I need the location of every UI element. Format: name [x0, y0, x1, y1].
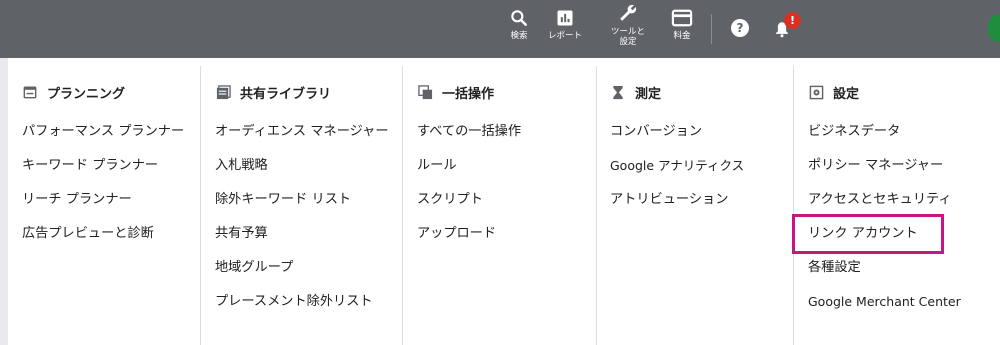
column-divider	[793, 66, 794, 345]
help-icon[interactable]: ?	[731, 19, 749, 37]
hourglass-icon	[610, 84, 626, 100]
menu-item-reach-planner[interactable]: リーチ プランナー	[22, 191, 184, 225]
column-title: 設定	[833, 86, 860, 102]
billing-button[interactable]: 料金	[671, 8, 693, 41]
column-header: 設定	[808, 84, 860, 102]
menu-item-negative-keyword-lists[interactable]: 除外キーワード リスト	[215, 191, 389, 225]
column-header: 共有ライブラリ	[215, 84, 332, 102]
menu-item-rules[interactable]: ルール	[417, 157, 521, 191]
menu-list: すべての一括操作 ルール スクリプト アップロード	[417, 123, 521, 259]
account-avatar[interactable]	[988, 14, 1000, 42]
menu-item-ad-preview[interactable]: 広告プレビューと診断	[22, 225, 184, 259]
top-navigation-bar: 検索 レポート ツールと 設定 料金 ? !	[0, 0, 1000, 58]
menu-item-shared-budgets[interactable]: 共有予算	[215, 225, 389, 259]
column-header: プランニング	[22, 84, 126, 102]
search-button[interactable]: 検索	[509, 8, 529, 41]
menu-item-business-data[interactable]: ビジネスデータ	[808, 123, 961, 157]
copy-icon	[417, 84, 433, 100]
menu-item-all-bulk-actions[interactable]: すべての一括操作	[417, 123, 521, 157]
wrench-icon	[620, 4, 637, 21]
column-divider	[596, 66, 597, 345]
notification-badge: !	[784, 12, 801, 29]
tools-and-settings-button[interactable]: ツールと 設定	[611, 2, 645, 47]
settings-icon	[808, 84, 824, 100]
menu-item-attribution[interactable]: アトリビューション	[610, 191, 744, 225]
calendar-icon	[22, 84, 38, 100]
credit-card-icon	[671, 9, 693, 27]
menu-list: コンバージョン Google アナリティクス アトリビューション	[610, 123, 744, 225]
menu-item-google-merchant-center[interactable]: Google Merchant Center	[808, 293, 961, 327]
menu-item-preferences[interactable]: 各種設定	[808, 259, 961, 293]
column-divider	[200, 66, 201, 345]
column-title: プランニング	[47, 86, 126, 102]
menu-item-audience-manager[interactable]: オーディエンス マネージャー	[215, 123, 389, 157]
menu-item-keyword-planner[interactable]: キーワード プランナー	[22, 157, 184, 191]
tools-label: ツールと 設定	[611, 27, 646, 47]
column-header: 測定	[610, 84, 662, 102]
column-title: 一括操作	[442, 86, 495, 102]
menu-item-placement-exclusion-lists[interactable]: プレースメント除外リスト	[215, 293, 389, 327]
menu-item-performance-planner[interactable]: パフォーマンス プランナー	[22, 123, 184, 157]
menu-list: パフォーマンス プランナー キーワード プランナー リーチ プランナー 広告プレ…	[22, 123, 184, 259]
highlight-box	[792, 214, 944, 254]
column-title: 測定	[635, 86, 662, 102]
menu-item-conversions[interactable]: コンバージョン	[610, 123, 744, 157]
menu-list: オーディエンス マネージャー 入札戦略 除外キーワード リスト 共有予算 地域グ…	[215, 123, 389, 327]
menu-item-scripts[interactable]: スクリプト	[417, 191, 521, 225]
search-label: 検索	[510, 31, 528, 41]
reports-icon	[557, 10, 573, 26]
background-strip	[0, 58, 8, 345]
menu-item-google-analytics[interactable]: Google アナリティクス	[610, 157, 744, 191]
toolbar-divider	[711, 14, 712, 44]
column-header: 一括操作	[417, 84, 495, 102]
library-icon	[215, 84, 231, 100]
billing-label: 料金	[673, 31, 691, 41]
menu-item-policy-manager[interactable]: ポリシー マネージャー	[808, 157, 961, 191]
reports-button[interactable]: レポート	[548, 8, 582, 41]
menu-item-location-groups[interactable]: 地域グループ	[215, 259, 389, 293]
reports-label: レポート	[548, 31, 583, 41]
column-divider	[402, 66, 403, 345]
menu-item-bid-strategies[interactable]: 入札戦略	[215, 157, 389, 191]
column-title: 共有ライブラリ	[240, 86, 332, 102]
menu-item-uploads[interactable]: アップロード	[417, 225, 521, 259]
search-icon	[511, 10, 527, 26]
